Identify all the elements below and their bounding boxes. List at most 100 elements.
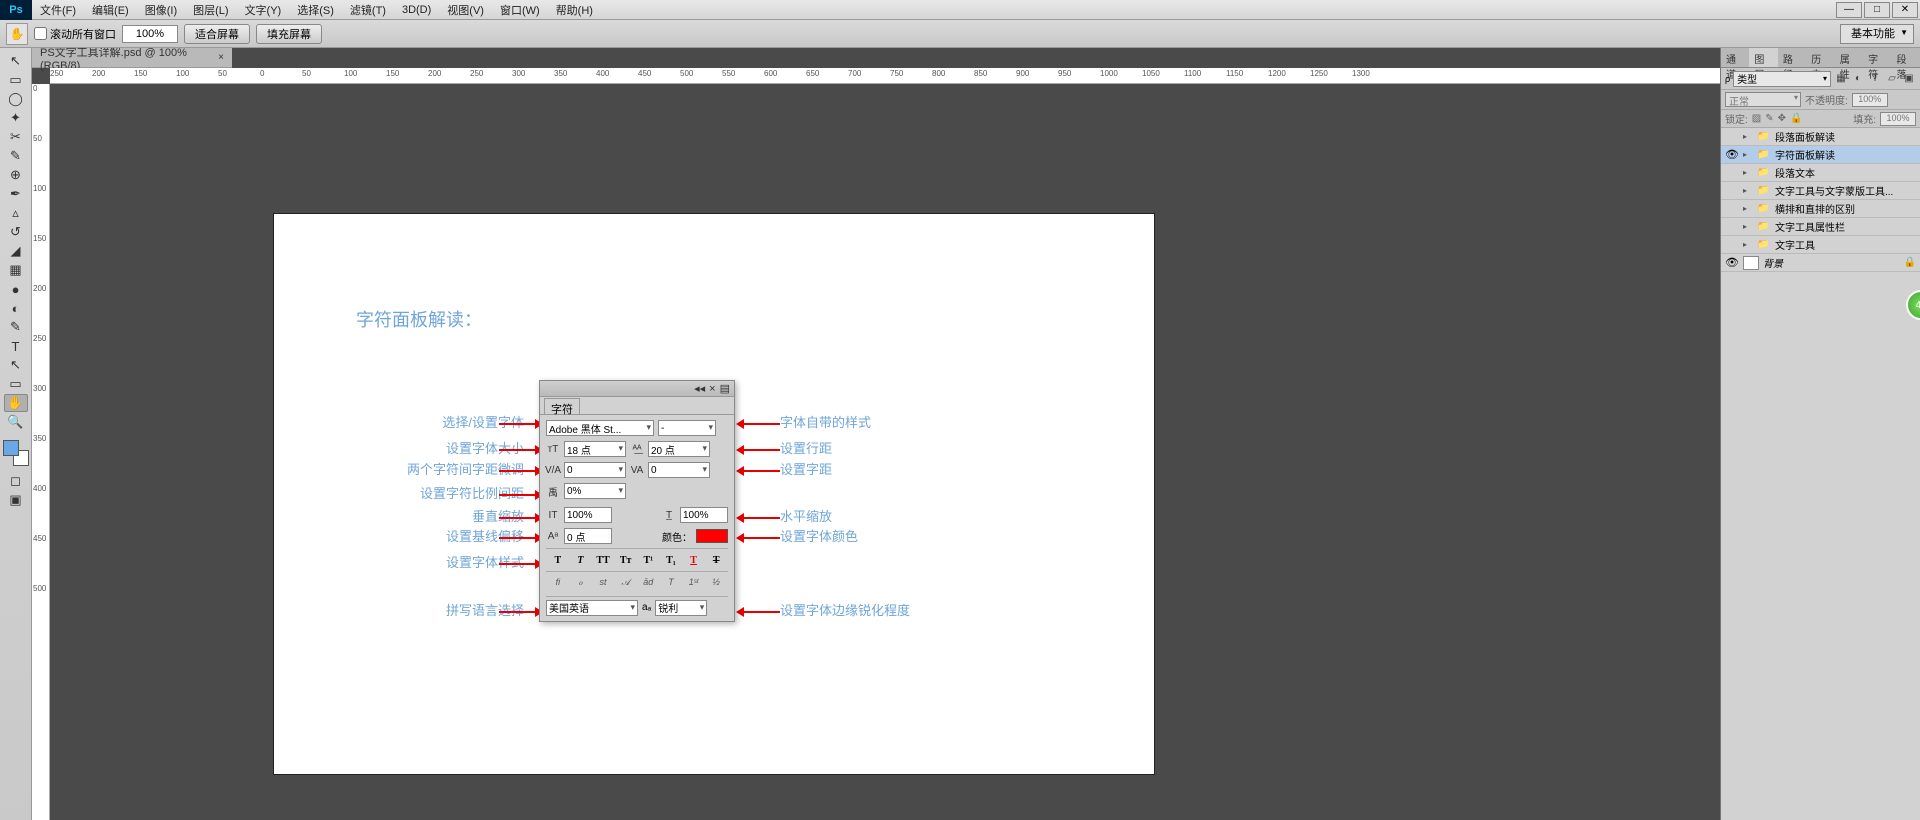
panel-header[interactable]: ◂◂×▤ [540,381,734,397]
menu-type[interactable]: 文字(Y) [237,2,290,18]
move-tool[interactable]: ↖ [4,52,28,70]
panel-collapse-icon[interactable]: ◂◂ [694,382,705,395]
menu-filter[interactable]: 滤镜(T) [342,2,394,18]
tsume-input[interactable]: 0% [564,483,626,499]
maximize-button[interactable]: □ [1864,2,1890,18]
zoom-tool[interactable]: 🔍 [4,413,28,431]
font-size-input[interactable]: 18 点 [564,441,626,457]
smallcaps-button[interactable]: Tᴛ [618,553,634,567]
layer-row[interactable]: ▸📁文字工具 [1721,236,1920,254]
font-family-dropdown[interactable]: Adobe 黑体 St... [546,420,654,436]
filter-adjust-icon[interactable]: ◐ [1851,72,1865,86]
underline-button[interactable]: T [686,553,702,567]
color-swatches[interactable] [3,440,29,466]
marquee-tool[interactable]: ▭ [4,71,28,89]
lasso-tool[interactable]: ◯ [4,90,28,108]
healing-tool[interactable]: ⊕ [4,166,28,184]
screenmode-toggle[interactable]: ▣ [4,491,28,509]
wand-tool[interactable]: ✦ [4,109,28,127]
eyedropper-tool[interactable]: ✎ [4,147,28,165]
opacity-input[interactable]: 100% [1852,93,1888,107]
faux-italic-button[interactable]: T [572,553,588,567]
menu-window[interactable]: 窗口(W) [492,2,548,18]
filter-pixel-icon[interactable]: ▦ [1834,72,1848,86]
visibility-toggle[interactable]: 👁 [1725,148,1739,161]
layer-name[interactable]: 横排和直排的区别 [1775,201,1855,216]
layer-row[interactable]: ▸📁段落面板解读 [1721,128,1920,146]
scroll-all-windows-checkbox[interactable]: 滚动所有窗口 [34,26,116,42]
history-brush-tool[interactable]: ↺ [4,223,28,241]
character-panel[interactable]: ◂◂×▤ 字符 Adobe 黑体 St... - тT 18 点 ᴬ͟ᴬ 20 … [539,380,735,622]
menu-layer[interactable]: 图层(L) [185,2,236,18]
menu-edit[interactable]: 编辑(E) [84,2,137,18]
text-color-swatch[interactable] [696,529,728,543]
gradient-tool[interactable]: ▦ [4,261,28,279]
tab-paragraph[interactable]: 段落 [1892,48,1920,67]
layer-row[interactable]: ▸📁横排和直排的区别 [1721,200,1920,218]
tab-history[interactable]: 历史 [1806,48,1834,67]
visibility-toggle[interactable]: 👁 [1725,256,1739,269]
quickmask-toggle[interactable]: ◻ [4,472,28,490]
tab-paths[interactable]: 路径 [1778,48,1806,67]
titling-alt-button[interactable]: T [663,575,679,589]
tab-character[interactable]: 字符 [1863,48,1891,67]
pen-tool[interactable]: ✎ [4,318,28,336]
fill-screen-button[interactable]: 填充屏幕 [256,24,322,44]
superscript-button[interactable]: T¹ [640,553,656,567]
swash-button[interactable]: 𝒜 [618,575,634,589]
fractions-button[interactable]: ½ [708,575,724,589]
canvas[interactable]: 字符面板解读： 选择/设置字体设置字体大小两个字符间字距微调设置字符比例间距垂直… [274,214,1154,774]
layer-row[interactable]: 👁背景🔒 [1721,254,1920,272]
workspace-dropdown[interactable]: 基本功能 [1840,24,1914,44]
layer-name[interactable]: 字符面板解读 [1775,147,1835,162]
dodge-tool[interactable]: ◐ [4,299,28,317]
tab-layers[interactable]: 图层 [1749,48,1777,67]
close-tab-icon[interactable]: × [218,52,224,63]
blend-mode-dropdown[interactable]: 正常 [1725,92,1801,107]
expand-icon[interactable]: ▸ [1743,132,1753,141]
layer-row[interactable]: 👁▸📁字符面板解读 [1721,146,1920,164]
layer-row[interactable]: ▸📁段落文本 [1721,164,1920,182]
layer-name[interactable]: 文字工具属性栏 [1775,219,1845,234]
character-tab[interactable]: 字符 [544,398,580,414]
expand-icon[interactable]: ▸ [1743,150,1753,159]
layer-row[interactable]: ▸📁文字工具属性栏 [1721,218,1920,236]
antialias-dropdown[interactable]: 锐利 [655,600,707,616]
discretionary-lig-button[interactable]: st [595,575,611,589]
hand-tool-icon[interactable]: ✋ [6,23,28,45]
layer-name[interactable]: 文字工具与文字蒙版工具... [1775,183,1893,198]
menu-select[interactable]: 选择(S) [289,2,342,18]
expand-icon[interactable]: ▸ [1743,186,1753,195]
expand-icon[interactable]: ▸ [1743,222,1753,231]
strikethrough-button[interactable]: T [708,553,724,567]
lock-all-icon[interactable]: 🔒 [1790,113,1802,124]
panel-menu-icon[interactable]: ▤ [720,382,730,395]
faux-bold-button[interactable]: T [550,553,566,567]
menu-file[interactable]: 文件(F) [32,2,84,18]
language-dropdown[interactable]: 美国英语 [546,600,638,616]
minimize-button[interactable]: — [1836,2,1862,18]
zoom-input[interactable] [122,25,178,43]
stamp-tool[interactable]: ▵ [4,204,28,222]
subscript-button[interactable]: T₁ [663,553,679,567]
scroll-all-checkbox-input[interactable] [34,27,47,40]
expand-icon[interactable]: ▸ [1743,240,1753,249]
expand-icon[interactable]: ▸ [1743,168,1753,177]
ordinals-button[interactable]: 1ˢᵗ [686,575,702,589]
eraser-tool[interactable]: ◢ [4,242,28,260]
contextual-alt-button[interactable]: ℴ [572,575,588,589]
leading-input[interactable]: 20 点 [648,441,710,457]
ligatures-button[interactable]: fi [550,575,566,589]
layers-list[interactable]: ▸📁段落面板解读👁▸📁字符面板解读▸📁段落文本▸📁文字工具与文字蒙版工具...▸… [1721,128,1920,820]
filter-shape-icon[interactable]: ▱ [1885,72,1899,86]
layer-name[interactable]: 段落文本 [1775,165,1815,180]
crop-tool[interactable]: ✂ [4,128,28,146]
path-select-tool[interactable]: ↖ [4,356,28,374]
lock-position-icon[interactable]: ✥ [1778,113,1786,124]
vertical-scale-input[interactable]: 100% [564,507,612,523]
hand-tool[interactable]: ✋ [4,394,28,412]
fill-input[interactable]: 100% [1880,112,1916,126]
layer-row[interactable]: ▸📁文字工具与文字蒙版工具... [1721,182,1920,200]
lock-transparency-icon[interactable]: ▨ [1752,113,1761,124]
blur-tool[interactable]: ● [4,280,28,298]
